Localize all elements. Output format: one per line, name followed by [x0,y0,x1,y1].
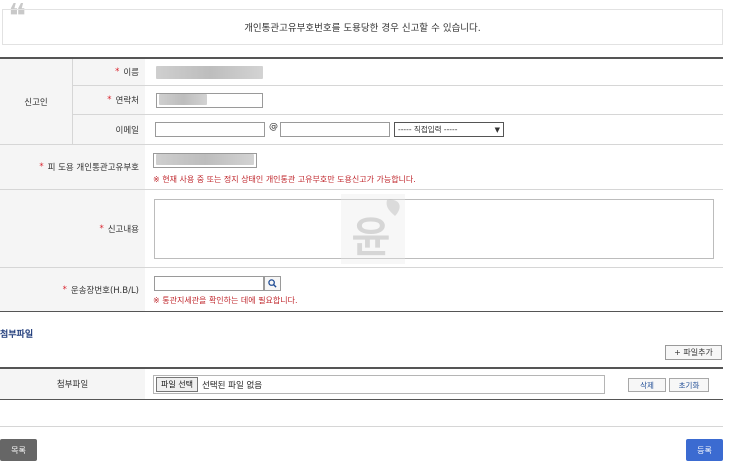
reporter-group-label: 신고인 [0,59,73,145]
required-star: * [39,162,44,172]
name-row: * 이름 [73,59,723,86]
waybill-search-button[interactable] [264,276,281,291]
contact-label: * 연락처 [73,86,145,114]
add-file-button[interactable]: + 파일추가 [665,345,722,360]
waybill-warning: ※ 통관지세관을 확인하는 데에 필요합니다. [153,296,298,305]
attachment-label: 첨부파일 [0,369,145,399]
contact-row: * 연락처 [73,86,723,115]
submit-button[interactable]: 등록 [686,439,723,461]
report-form: 신고인 * 이름 * 연락처 이메일 @ ----- 직접입력 ----- ▼ [0,57,723,312]
reset-file-button[interactable]: 초기화 [669,378,709,392]
email-row: 이메일 @ ----- 직접입력 ----- ▼ [73,115,723,145]
svg-text:윤: 윤 [352,213,391,262]
required-star: * [115,67,120,77]
attachment-row: 첨부파일 파일 선택 선택된 파일 없음 삭제 초기화 [0,367,723,400]
stolen-code-value-masked [156,154,254,165]
email-domain-select[interactable]: ----- 직접입력 ----- ▼ [394,122,504,137]
name-label: * 이름 [73,59,145,85]
required-star: * [62,284,67,295]
email-domain-input[interactable] [280,122,390,137]
notice-text: 개인통관고유부호번호를 도용당한 경우 신고할 수 있습니다. [244,23,481,34]
stolen-code-row: * 피 도용 개인통관고유부호 ※ 현재 사용 중 또는 정지 상태인 개인통관… [0,145,723,190]
required-star: * [107,95,112,105]
required-star: * [99,223,104,234]
attachments-section-title: 첨부파일 [0,330,34,340]
email-label: 이메일 [73,115,145,144]
stolen-code-warning: ※ 현재 사용 중 또는 정지 상태인 개인통관 고유부호만 도용신고가 가능합… [153,175,416,184]
file-status-text: 선택된 파일 없음 [201,380,263,391]
list-button[interactable]: 목록 [0,439,37,461]
notice-area: ❝ 개인통관고유부호번호를 도용당한 경우 신고할 수 있습니다. [0,0,730,50]
search-icon [268,279,277,288]
chevron-down-icon: ▼ [494,126,500,134]
delete-file-button[interactable]: 삭제 [628,378,666,392]
waybill-row: * 운송장번호(H.B/L) ※ 통관지세관을 확인하는 데에 필요합니다. [0,268,723,312]
report-content-textarea[interactable] [154,199,714,259]
stolen-code-label: * 피 도용 개인통관고유부호 [0,145,145,189]
email-at-sign: @ [269,122,278,132]
notice-box: 개인통관고유부호번호를 도용당한 경우 신고할 수 있습니다. [2,9,723,45]
waybill-label: * 운송장번호(H.B/L) [0,268,145,311]
report-content-label: * 신고내용 [0,190,145,267]
file-input[interactable]: 파일 선택 선택된 파일 없음 [153,375,605,394]
name-value-masked [156,66,263,79]
watermark-logo: 윤 [341,194,405,264]
file-choose-button[interactable]: 파일 선택 [156,377,198,392]
waybill-input[interactable] [154,276,264,291]
contact-value-masked [159,94,207,105]
bottom-divider [0,426,723,427]
email-local-input[interactable] [155,122,265,137]
